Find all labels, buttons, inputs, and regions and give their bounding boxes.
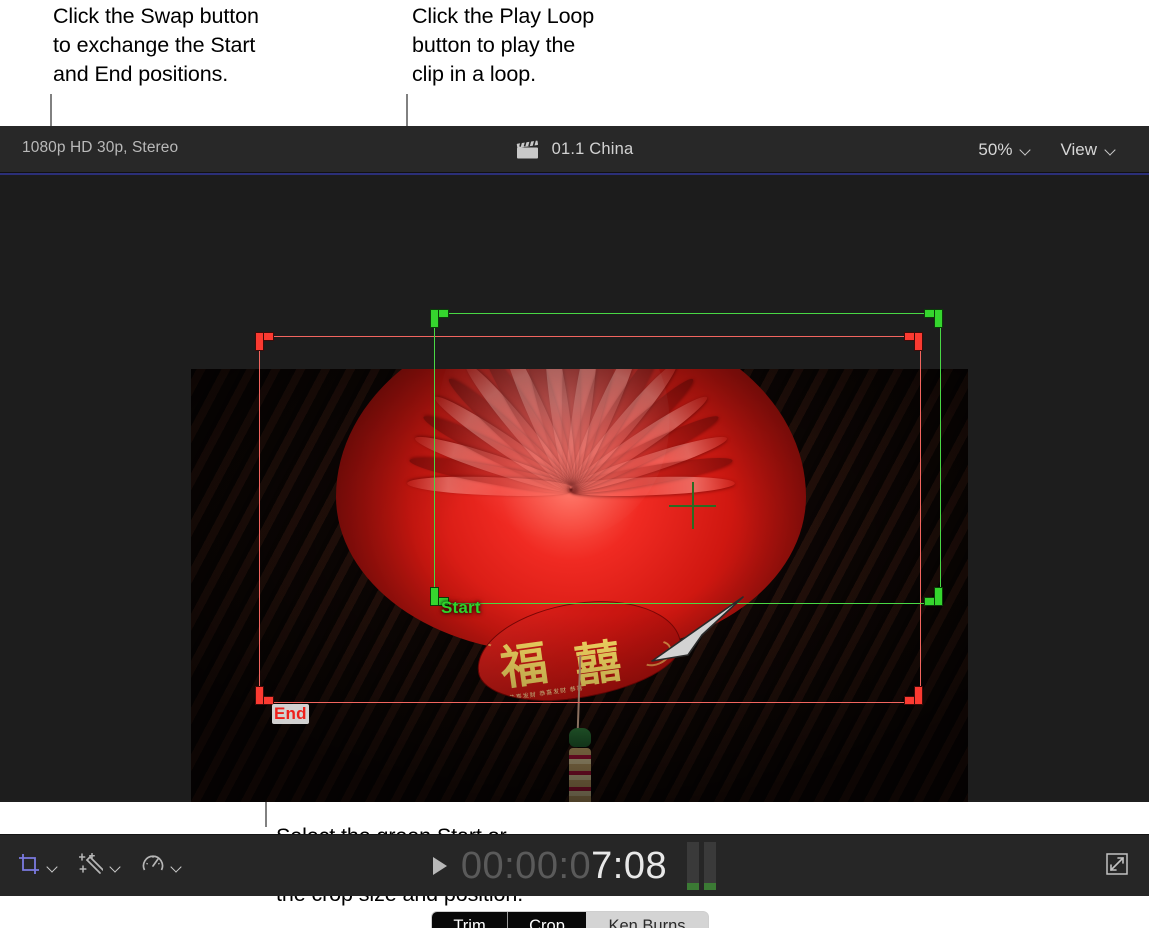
timecode-display[interactable]: 00:00:07:08 (461, 845, 667, 888)
transform-mode-segmented-control[interactable]: Trim Crop Ken Burns (431, 911, 709, 928)
end-handle-bottom-left[interactable] (256, 687, 273, 704)
tab-trim[interactable]: Trim (432, 912, 508, 928)
callout-play-loop-button: Click the Play Loop button to play the c… (412, 2, 712, 89)
chevron-down-icon (1106, 146, 1117, 153)
viewer-window: 1080p HD 30p, Stereo (0, 126, 1149, 802)
view-label: View (1060, 140, 1097, 160)
zoom-level-value: 50% (978, 140, 1012, 160)
start-label: Start (441, 598, 481, 618)
tab-crop[interactable]: Crop (508, 912, 586, 928)
playback-toolbar: 00:00:07:08 (0, 834, 1149, 896)
chevron-down-icon (1021, 146, 1032, 153)
start-handle-bottom-right[interactable] (925, 588, 942, 605)
viewer-canvas: 福 囍 恭喜发财 恭喜发财 恭喜 (0, 220, 1149, 800)
page-title: 01.1 China (552, 140, 634, 159)
timecode-group: 00:00:07:08 (0, 835, 1149, 897)
video-preview[interactable]: 福 囍 恭喜发财 恭喜发财 恭喜 (191, 369, 968, 802)
header-controls: 50% View (964, 126, 1131, 173)
start-handle-top-left[interactable] (431, 310, 448, 327)
audio-level-meters (687, 842, 716, 890)
viewer-header: 1080p HD 30p, Stereo (0, 126, 1149, 173)
zoom-level-dropdown[interactable]: 50% (964, 140, 1046, 160)
audio-meter-right (704, 842, 716, 890)
expand-fullscreen-button[interactable] (1105, 835, 1129, 897)
timecode-leading: 00:00:0 (461, 845, 591, 887)
clip-format-info: 1080p HD 30p, Stereo (22, 139, 178, 157)
end-label: End (272, 704, 309, 724)
crop-toolbar (0, 175, 1149, 220)
screenshot-root: Click the Swap button to exchange the St… (0, 0, 1149, 928)
callout-swap-button: Click the Swap button to exchange the St… (53, 2, 383, 89)
tab-ken-burns[interactable]: Ken Burns (586, 912, 708, 928)
image-vignette (191, 369, 968, 802)
timecode-active: 7:08 (591, 845, 667, 887)
end-handle-top-left[interactable] (256, 333, 273, 350)
end-handle-top-right[interactable] (905, 333, 922, 350)
clapperboard-icon (516, 140, 540, 160)
audio-meter-left (687, 842, 699, 890)
arrow-cursor-icon (640, 589, 750, 679)
view-dropdown[interactable]: View (1046, 140, 1131, 160)
expand-fullscreen-icon (1105, 852, 1129, 881)
end-handle-bottom-right[interactable] (905, 687, 922, 704)
play-triangle-icon[interactable] (433, 857, 447, 875)
start-handle-top-right[interactable] (925, 310, 942, 327)
